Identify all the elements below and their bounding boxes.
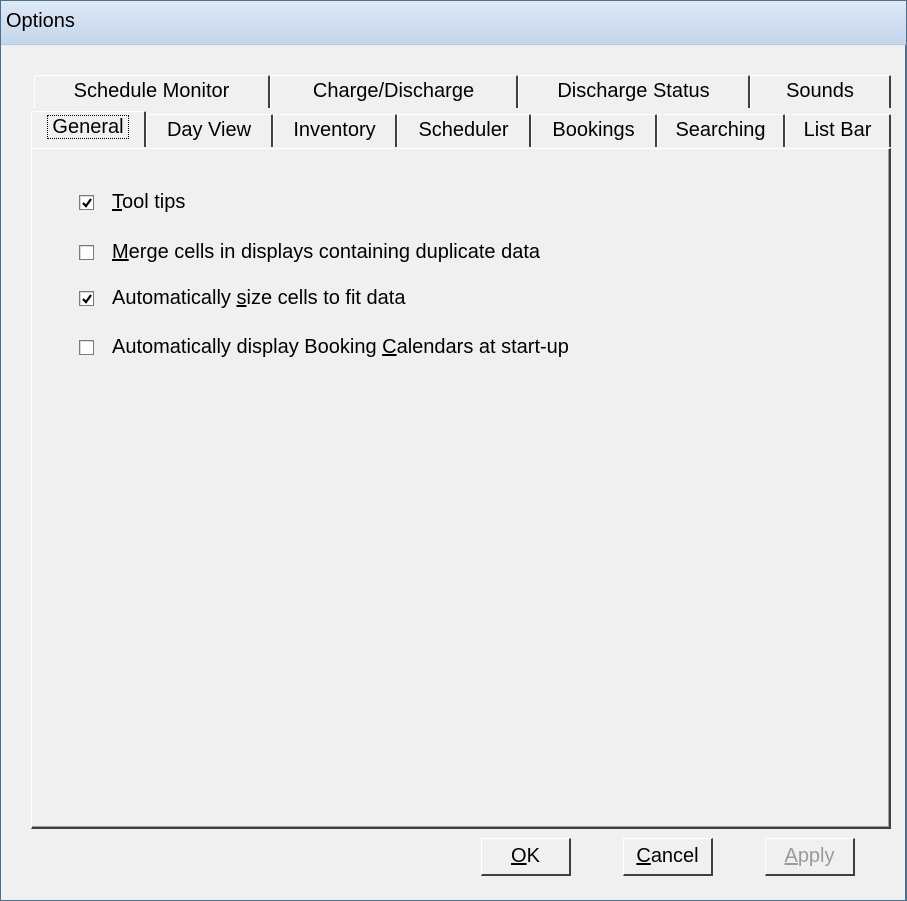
options-dialog: Options Schedule Monitor Charge/Discharg… (0, 0, 907, 901)
tab-bookings[interactable]: Bookings (531, 114, 657, 147)
tab-schedule-monitor[interactable]: Schedule Monitor (34, 75, 270, 108)
auto-size-cells-label: Automatically size cells to fit data (112, 286, 406, 309)
booking-calendars-checkbox[interactable] (79, 339, 94, 355)
tab-scheduler[interactable]: Scheduler (397, 114, 531, 147)
auto-size-cells-checkbox[interactable] (79, 290, 94, 306)
booking-calendars-label: Automatically display Booking Calendars … (112, 335, 569, 358)
window-title: Options (6, 10, 75, 32)
tool-tips-label: Tool tips (112, 190, 186, 213)
merge-cells-label: Merge cells in displays containing dupli… (112, 240, 541, 263)
option-booking-calendars[interactable]: Automatically display Booking Calendars … (79, 335, 569, 359)
tab-charge-discharge[interactable]: Charge/Discharge (270, 75, 518, 108)
merge-cells-checkbox[interactable] (79, 244, 94, 260)
tab-discharge-status[interactable]: Discharge Status (518, 75, 750, 108)
option-auto-size-cells[interactable]: Automatically size cells to fit data (79, 286, 405, 310)
checkmark-icon (82, 197, 92, 208)
tab-searching[interactable]: Searching (657, 114, 785, 147)
cancel-button[interactable]: Cancel (623, 838, 713, 876)
tool-tips-checkbox[interactable] (79, 194, 94, 210)
apply-button[interactable]: Apply (765, 838, 855, 876)
checkmark-icon (82, 293, 92, 304)
option-merge-cells[interactable]: Merge cells in displays containing dupli… (79, 240, 540, 264)
ok-button[interactable]: OK (481, 838, 571, 876)
tab-general[interactable]: General (31, 111, 146, 147)
tab-list-bar[interactable]: List Bar (785, 114, 891, 147)
tab-sounds[interactable]: Sounds (750, 75, 891, 108)
tab-day-view[interactable]: Day View (146, 114, 273, 147)
title-bar[interactable]: Options (1, 1, 906, 45)
tab-inventory[interactable]: Inventory (273, 114, 397, 147)
option-tool-tips[interactable]: Tool tips (79, 190, 185, 214)
